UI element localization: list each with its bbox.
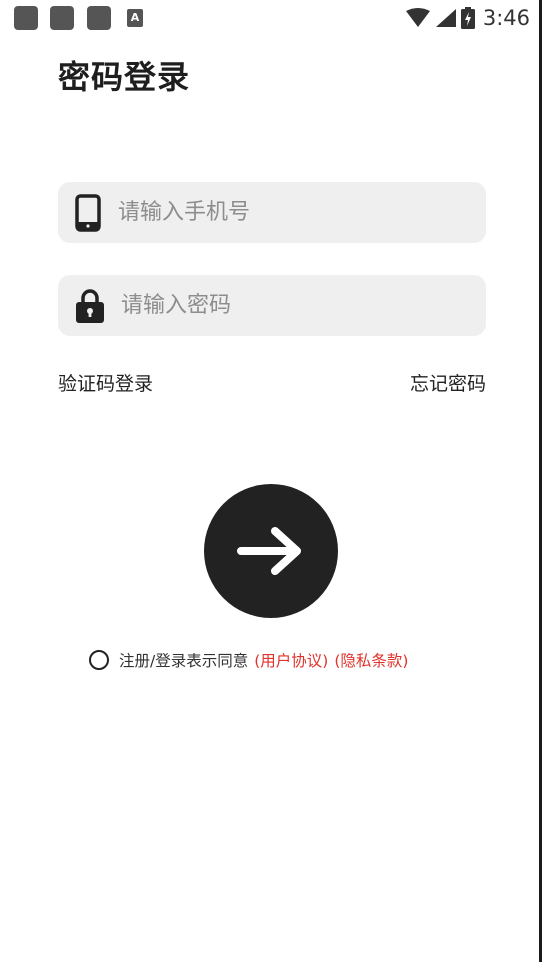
a-icon: A: [127, 9, 143, 27]
password-field[interactable]: [58, 275, 486, 336]
password-input[interactable]: [121, 275, 486, 336]
smartphone-icon: [58, 193, 118, 232]
privacy-policy-link[interactable]: (隐私条款): [334, 649, 408, 671]
clock: 3:46: [482, 6, 530, 30]
agreement-row: 注册/登录表示同意 (用户协议) (隐私条款): [89, 648, 408, 672]
sms-login-link[interactable]: 验证码登录: [58, 369, 153, 396]
phone-field[interactable]: [58, 182, 486, 243]
phone-input[interactable]: [118, 182, 486, 243]
login-screen: A 3:46 密码登录 请输入手机号 验证码登录 忘记密码 注册/登录表示同意 …: [0, 0, 542, 962]
agreement-text: 注册/登录表示同意: [119, 652, 249, 670]
status-bar: A 3:46: [0, 0, 542, 36]
page-title: 密码登录: [58, 58, 191, 96]
submit-button[interactable]: [204, 484, 338, 618]
signal-icon: [435, 9, 456, 27]
status-icons: 3:46: [405, 5, 530, 31]
battery-icon: [460, 7, 475, 29]
lock-icon: [58, 288, 121, 324]
wifi-icon: [405, 8, 430, 27]
forgot-password-link[interactable]: 忘记密码: [410, 369, 486, 396]
notification-icon: [50, 6, 74, 30]
notification-icon: [87, 6, 111, 30]
user-agreement-link[interactable]: (用户协议): [254, 649, 328, 671]
arrow-right-icon: [237, 527, 301, 575]
agreement-checkbox[interactable]: [89, 650, 109, 670]
notification-icon: [14, 6, 38, 30]
